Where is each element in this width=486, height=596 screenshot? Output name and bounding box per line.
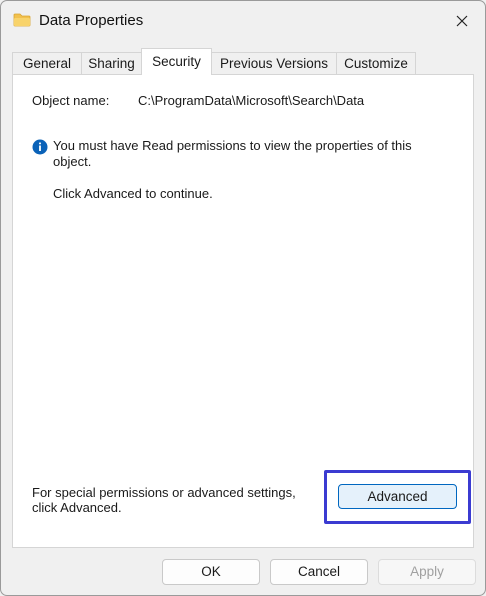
tab-sharing[interactable]: Sharing xyxy=(81,52,142,74)
tab-general[interactable]: General xyxy=(12,52,82,74)
properties-dialog: Data Properties General Sharing Security… xyxy=(0,0,486,596)
continue-message: Click Advanced to continue. xyxy=(53,186,213,201)
tab-previous-versions[interactable]: Previous Versions xyxy=(211,52,337,74)
window-title: Data Properties xyxy=(39,12,144,29)
tab-strip: General Sharing Security Previous Versio… xyxy=(12,48,474,75)
close-icon xyxy=(456,15,468,27)
advanced-button[interactable]: Advanced xyxy=(338,484,457,509)
object-name-label: Object name: xyxy=(32,93,110,108)
info-icon xyxy=(32,139,48,155)
close-button[interactable] xyxy=(447,7,477,35)
cancel-button[interactable]: Cancel xyxy=(270,559,368,585)
special-permissions-text: For special permissions or advanced sett… xyxy=(32,485,296,515)
ok-button[interactable]: OK xyxy=(162,559,260,585)
apply-button[interactable]: Apply xyxy=(378,559,476,585)
permission-message: You must have Read permissions to view t… xyxy=(53,138,412,169)
tab-customize[interactable]: Customize xyxy=(336,52,416,74)
tab-security[interactable]: Security xyxy=(141,48,212,75)
object-name-value: C:\ProgramData\Microsoft\Search\Data xyxy=(138,93,365,108)
security-panel: Object name: C:\ProgramData\Microsoft\Se… xyxy=(12,74,474,548)
title-bar: Data Properties xyxy=(1,1,485,41)
folder-icon xyxy=(13,13,31,27)
